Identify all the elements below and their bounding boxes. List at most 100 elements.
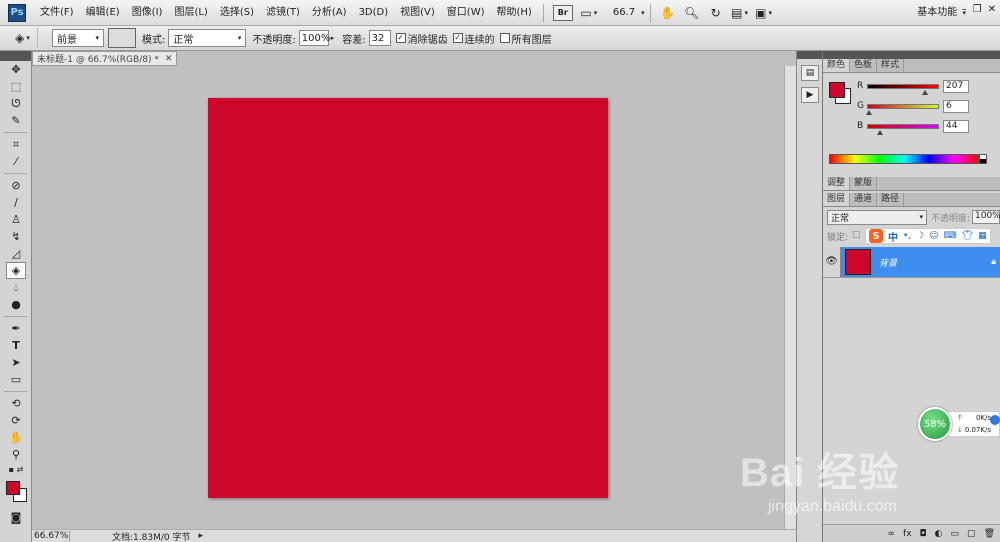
mode-select[interactable]: 正常 ▾ bbox=[168, 29, 247, 47]
menu-image[interactable]: 图像(I) bbox=[126, 0, 169, 26]
dock-grip[interactable] bbox=[823, 51, 1000, 59]
contiguous-checkbox[interactable]: ✓ bbox=[452, 33, 463, 43]
zoom-dropdown-icon[interactable]: ▾ bbox=[641, 9, 645, 17]
ime-toolbox-icon[interactable]: ▦ bbox=[978, 231, 987, 241]
shape-tool-icon[interactable]: ▭ bbox=[6, 371, 26, 388]
tab-adjustments[interactable]: 调整 bbox=[823, 177, 851, 190]
layer-mask-icon[interactable]: ◘ bbox=[920, 529, 927, 539]
workspace-switcher[interactable]: 基本功能 ▾ bbox=[917, 0, 966, 26]
ime-keyboard-icon[interactable]: ⌨ bbox=[944, 231, 957, 241]
close-document-icon[interactable]: ✕ bbox=[165, 54, 173, 64]
delete-layer-icon[interactable]: 🗑︎ bbox=[984, 529, 995, 539]
tolerance-input[interactable]: 32 bbox=[368, 30, 391, 46]
blur-tool-icon[interactable]: 💧︎ bbox=[6, 279, 26, 296]
red-slider[interactable] bbox=[867, 83, 939, 95]
vertical-scrollbar[interactable] bbox=[784, 66, 796, 529]
ime-halfwidth-icon[interactable]: ☽ bbox=[916, 231, 924, 241]
zoom-level[interactable]: 66.7 bbox=[613, 7, 635, 18]
ime-emoji-icon[interactable]: ☺ bbox=[929, 231, 938, 241]
menu-layer[interactable]: 图层(L) bbox=[168, 0, 213, 26]
3d-orbit-tool-icon[interactable]: ⟳ bbox=[6, 412, 26, 429]
document-tab[interactable]: 未标题-1 @ 66.7%(RGB/8) * ✕ bbox=[32, 51, 178, 66]
black-white-ramp[interactable] bbox=[979, 154, 987, 164]
zoom-tool-icon[interactable]: ⚲ bbox=[6, 446, 26, 463]
green-slider-thumb[interactable] bbox=[866, 109, 873, 115]
new-group-icon[interactable]: ▭ bbox=[951, 529, 960, 539]
history-panel-icon[interactable]: ▤ bbox=[801, 65, 819, 81]
dodge-tool-icon[interactable]: ● bbox=[6, 296, 26, 313]
red-slider-thumb[interactable] bbox=[921, 89, 928, 95]
opacity-dropdown-icon[interactable]: ▸ bbox=[331, 34, 335, 42]
path-selection-tool-icon[interactable]: ➤ bbox=[6, 354, 26, 371]
default-colors-icon[interactable]: ▪ ⇄ bbox=[6, 463, 26, 475]
tab-channels[interactable]: 通道 bbox=[850, 193, 878, 206]
blue-slider-thumb[interactable] bbox=[876, 129, 883, 135]
quick-select-tool-icon[interactable]: ✎ bbox=[6, 112, 26, 129]
pen-tool-icon[interactable]: ✒ bbox=[6, 320, 26, 337]
panel-foreground-swatch[interactable] bbox=[829, 82, 845, 98]
paint-bucket-tool-icon[interactable]: ◈ bbox=[6, 262, 26, 279]
layer-row-background[interactable]: 👁︎ 背景 🔒︎ bbox=[823, 247, 1000, 277]
tab-paths[interactable]: 路径 bbox=[877, 193, 905, 206]
eraser-tool-icon[interactable]: ◿ bbox=[6, 245, 26, 262]
3d-rotate-tool-icon[interactable]: ⟲ bbox=[6, 395, 26, 412]
layer-opacity-input[interactable]: 100% bbox=[972, 210, 1000, 224]
green-slider[interactable] bbox=[866, 103, 939, 115]
arrange-documents-icon[interactable]: ▤ ▾ bbox=[729, 4, 751, 22]
eyedropper-tool-icon[interactable]: ⁄ bbox=[6, 153, 26, 170]
canvas[interactable] bbox=[208, 98, 608, 498]
menu-view[interactable]: 视图(V) bbox=[394, 0, 441, 26]
network-speed-widget[interactable]: 58% ↑ 0K/s ↓ 0.07K/s bbox=[918, 407, 1000, 441]
brush-tool-icon[interactable]: ∕ bbox=[6, 194, 26, 211]
sogou-logo-icon[interactable]: S bbox=[869, 229, 883, 243]
view-extras-icon[interactable]: ▭ ▾ bbox=[578, 4, 600, 22]
crop-tool-icon[interactable]: ⌗ bbox=[6, 136, 26, 153]
minimize-icon[interactable]: – bbox=[962, 4, 967, 15]
screen-mode-icon[interactable]: ▣ ▾ bbox=[753, 4, 775, 22]
link-layers-icon[interactable]: ∞ bbox=[888, 529, 896, 539]
status-zoom[interactable]: 66.67% bbox=[32, 531, 70, 541]
menu-window[interactable]: 窗口(W) bbox=[441, 0, 491, 26]
rotate-view-icon[interactable]: ↻ bbox=[705, 4, 727, 22]
menu-file[interactable]: 文件(F) bbox=[34, 0, 80, 26]
close-icon[interactable]: ✕ bbox=[988, 4, 996, 15]
antialias-checkbox[interactable]: ✓ bbox=[395, 33, 406, 43]
ime-punctuation-icon[interactable]: •, bbox=[903, 231, 911, 241]
network-widget-button[interactable] bbox=[990, 415, 1000, 425]
marquee-tool-icon[interactable]: ⬚ bbox=[6, 78, 26, 95]
fill-source-select[interactable]: 前景 ▾ bbox=[52, 29, 104, 47]
ime-language[interactable]: 中 bbox=[888, 229, 898, 244]
zoom-tool-icon[interactable]: 🔍︎ bbox=[681, 4, 703, 22]
toolbox-grip[interactable] bbox=[0, 51, 31, 61]
clone-stamp-tool-icon[interactable]: ♙ bbox=[6, 211, 26, 228]
type-tool-icon[interactable]: T bbox=[6, 337, 26, 354]
menu-select[interactable]: 选择(S) bbox=[214, 0, 260, 26]
layer-visibility-eye-icon[interactable]: 👁︎ bbox=[823, 247, 841, 277]
hand-tool-icon[interactable]: ✋ bbox=[657, 4, 679, 22]
blue-value[interactable]: 44 bbox=[943, 119, 969, 133]
network-usage-ball[interactable]: 58% bbox=[918, 407, 952, 441]
lasso-tool-icon[interactable]: ᘎ bbox=[6, 95, 26, 112]
new-layer-icon[interactable]: ▢ bbox=[967, 529, 976, 539]
blend-mode-select[interactable]: 正常 ▾ bbox=[827, 209, 927, 225]
hand-tool-icon[interactable]: ✋ bbox=[6, 429, 26, 446]
ime-skin-icon[interactable]: 👕︎ bbox=[962, 231, 973, 241]
panel-strip-grip[interactable] bbox=[797, 51, 822, 59]
healing-brush-tool-icon[interactable]: ⊘ bbox=[6, 177, 26, 194]
menu-analysis[interactable]: 分析(A) bbox=[306, 0, 353, 26]
tab-swatches[interactable]: 色板 bbox=[850, 59, 878, 72]
pattern-picker[interactable] bbox=[108, 28, 136, 48]
adjustment-layer-icon[interactable]: ◐ bbox=[935, 529, 943, 539]
quick-mask-icon[interactable]: ◙ bbox=[6, 509, 26, 526]
tab-color[interactable]: 颜色 bbox=[823, 59, 851, 72]
color-spectrum-bar[interactable] bbox=[829, 154, 979, 164]
blue-slider[interactable] bbox=[867, 123, 939, 135]
layer-name[interactable]: 背景 bbox=[879, 256, 991, 269]
tab-layers[interactable]: 图层 bbox=[823, 193, 851, 206]
menu-help[interactable]: 帮助(H) bbox=[491, 0, 538, 26]
menu-3d[interactable]: 3D(D) bbox=[353, 0, 395, 26]
history-brush-tool-icon[interactable]: ↯ bbox=[6, 228, 26, 245]
tab-styles[interactable]: 样式 bbox=[877, 59, 905, 72]
lock-transparency-icon[interactable]: ☐ bbox=[852, 231, 860, 241]
tab-masks[interactable]: 蒙版 bbox=[850, 177, 878, 190]
